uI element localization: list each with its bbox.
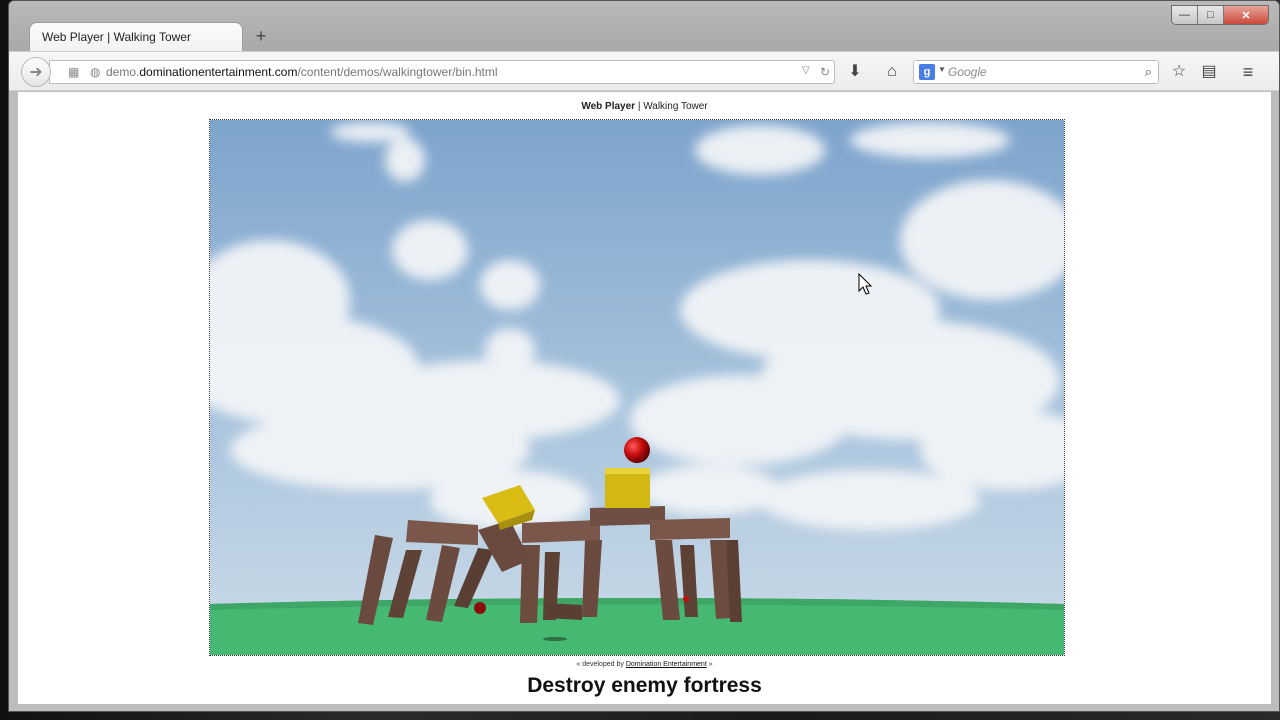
header-rest: Walking Tower [643,101,708,112]
menu-icon[interactable]: ≡ [1238,62,1258,82]
header-separator: | [635,101,644,112]
globe-icon[interactable]: ◍ [90,65,100,79]
url-prefix: demo. [106,65,140,79]
back-arrow-icon: ➜ [29,64,43,81]
chevron-down-icon[interactable]: ▼ [938,65,946,74]
mouse-cursor-icon [858,273,873,295]
credit-line: « developed by Domination Entertainment … [18,661,1271,668]
dropdown-arrow-icon[interactable]: ▽ [802,65,810,76]
shadow [543,637,567,641]
credit-prefix: « developed by [576,661,626,668]
credit-suffix: » [706,661,713,668]
red-ball-large[interactable] [624,437,650,463]
bookmark-star-icon[interactable]: ☆ [1169,62,1189,82]
tab-title: Web Player | Walking Tower [42,30,191,44]
url-domain: dominationentertainment.com [139,65,298,79]
window-controls: — □ ✕ [1171,5,1269,25]
page-icon[interactable]: ▦ [68,65,79,79]
red-ball-small[interactable] [474,602,486,614]
page-content: Web Player | Walking Tower « developed b… [18,92,1271,704]
page-header: Web Player | Walking Tower [18,101,1271,112]
url-path: /content/demos/walkingtower/bin.html [297,65,498,79]
browser-window: — □ ✕ Web Player | Walking Tower + ▦ ◍ d… [8,0,1280,712]
search-bar[interactable]: g ▼ Google ⌕ [913,60,1159,84]
web-player-canvas[interactable] [209,119,1065,656]
navigation-toolbar: ▦ ◍ demo.dominationentertainment.com/con… [9,51,1279,91]
home-icon[interactable]: ⌂ [882,62,902,82]
maximize-button[interactable]: □ [1198,6,1224,24]
developer-link[interactable]: Domination Entertainment [626,661,707,668]
red-ball-tiny[interactable] [683,596,689,602]
bookmarks-menu-icon[interactable]: ▤ [1199,62,1219,82]
new-tab-button[interactable]: + [251,26,271,46]
search-input[interactable]: Google [948,65,987,79]
tab-web-player[interactable]: Web Player | Walking Tower [29,22,243,52]
page-headline: Destroy enemy fortress [527,674,762,697]
search-icon[interactable]: ⌕ [1145,64,1152,80]
reload-icon[interactable]: ↻ [820,65,830,79]
close-button[interactable]: ✕ [1224,6,1268,24]
google-icon[interactable]: g [919,64,935,80]
back-button[interactable]: ➜ [21,57,51,87]
url-bar[interactable]: ▦ ◍ demo.dominationentertainment.com/con… [49,60,835,84]
header-bold: Web Player [581,101,636,112]
title-bar: — □ ✕ Web Player | Walking Tower + [9,1,1279,52]
minimize-button[interactable]: — [1172,6,1198,24]
game-scene[interactable] [210,120,1064,655]
download-icon[interactable]: ⬇ [845,62,865,82]
